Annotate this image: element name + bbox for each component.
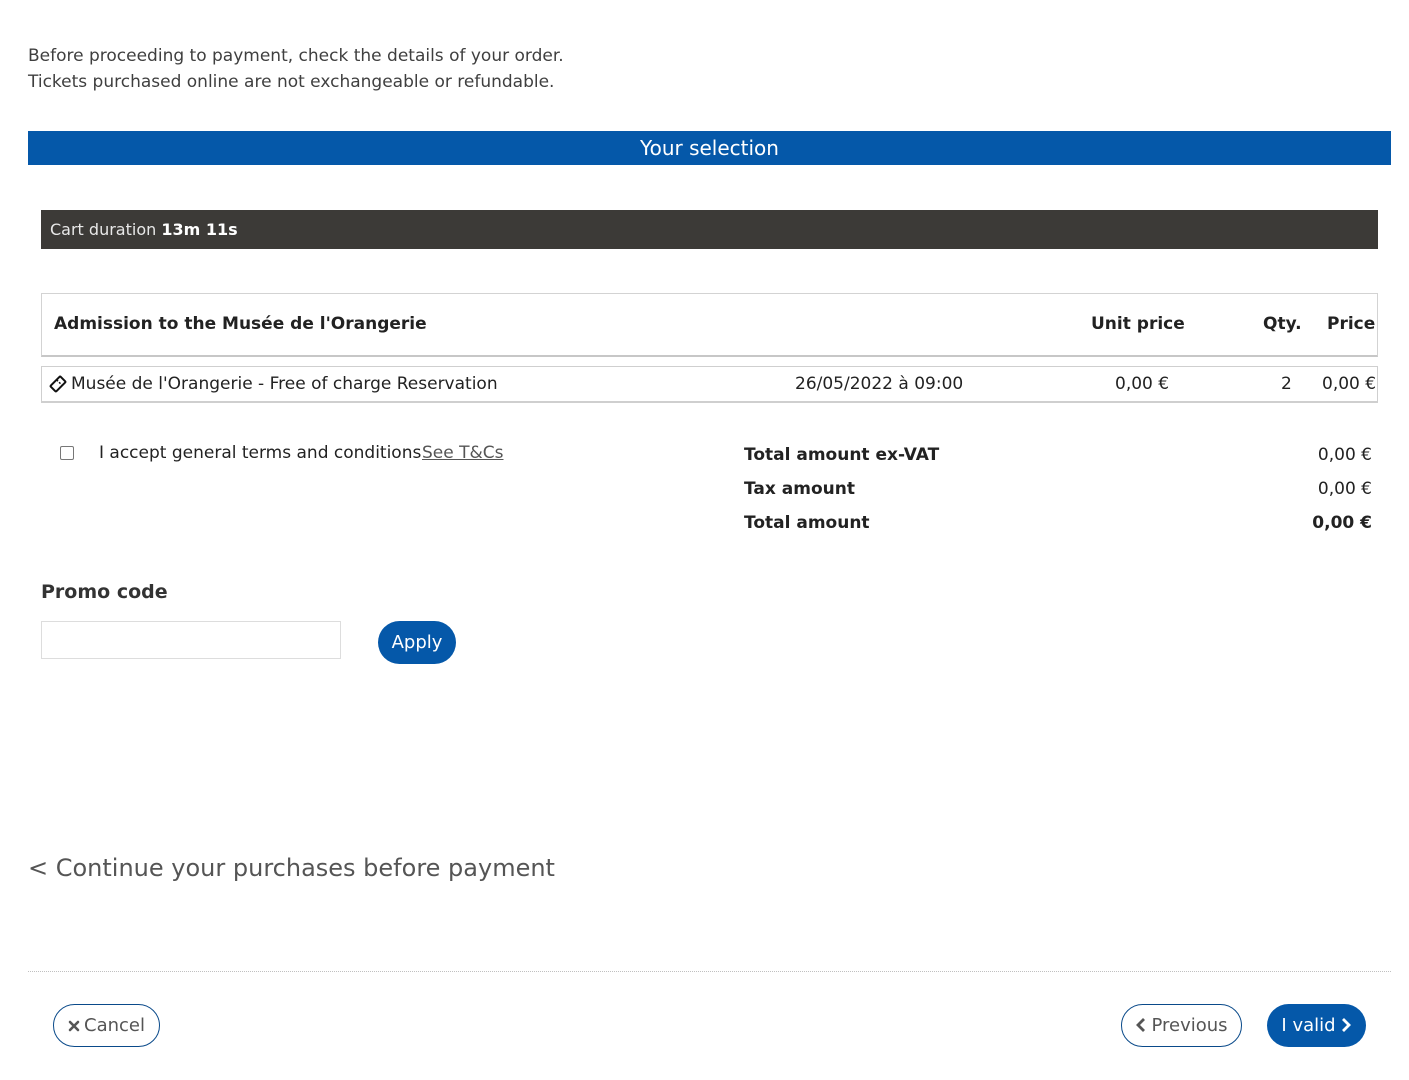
ticket-icon: [49, 375, 67, 393]
footer-divider: [28, 971, 1391, 972]
ticket-date: 26/05/2022 à 09:00: [795, 374, 964, 394]
total-ex-vat-row: Total amount ex-VAT 0,00 €: [744, 445, 1372, 479]
valid-label: I valid: [1281, 1015, 1336, 1036]
promo-code-input[interactable]: [41, 621, 341, 659]
ticket-price: 0,00 €: [1322, 374, 1377, 394]
totals-section: Total amount ex-VAT 0,00 € Tax amount 0,…: [744, 445, 1372, 547]
intro-line-2: Tickets purchased online are not exchang…: [28, 72, 555, 92]
total-ex-vat-value: 0,00 €: [1317, 445, 1372, 465]
promo-code-title: Promo code: [41, 581, 168, 603]
valid-button[interactable]: I valid: [1267, 1004, 1366, 1047]
ticket-table-title: Admission to the Musée de l'Orangerie: [54, 314, 427, 334]
cancel-button[interactable]: Cancel: [53, 1004, 160, 1047]
cancel-label: Cancel: [84, 1015, 145, 1036]
ticket-name: Musée de l'Orangerie - Free of charge Re…: [71, 374, 498, 394]
total-amount-label: Total amount: [744, 513, 870, 533]
chevron-right-icon: [1340, 1005, 1352, 1048]
ticket-qty: 2: [1281, 374, 1292, 394]
ticket-table-header: Admission to the Musée de l'Orangerie Un…: [41, 293, 1378, 357]
close-icon: [68, 1006, 80, 1047]
see-tcs-link[interactable]: See T&Cs: [422, 443, 503, 463]
total-amount-row: Total amount 0,00 €: [744, 513, 1372, 547]
apply-button[interactable]: Apply: [378, 621, 456, 664]
cart-duration-bar: Cart duration 13m 11s: [41, 210, 1378, 249]
column-qty: Qty.: [1263, 314, 1302, 334]
tax-amount-row: Tax amount 0,00 €: [744, 479, 1372, 513]
selection-banner: Your selection: [28, 131, 1391, 165]
total-amount-value: 0,00 €: [1312, 513, 1372, 533]
chevron-left-icon: [1135, 1006, 1147, 1047]
column-unit-price: Unit price: [1091, 314, 1185, 334]
total-ex-vat-label: Total amount ex-VAT: [744, 445, 940, 465]
terms-checkbox[interactable]: [60, 446, 74, 460]
tax-amount-label: Tax amount: [744, 479, 855, 499]
continue-purchases-link[interactable]: < Continue your purchases before payment: [28, 854, 555, 882]
tax-amount-value: 0,00 €: [1317, 479, 1372, 499]
intro-text: Before proceeding to payment, check the …: [28, 43, 564, 95]
previous-label: Previous: [1151, 1015, 1228, 1036]
ticket-unit-price: 0,00 €: [1115, 374, 1170, 394]
column-price: Price: [1327, 314, 1376, 334]
cart-duration-label: Cart duration: [50, 220, 157, 239]
table-row: Musée de l'Orangerie - Free of charge Re…: [41, 366, 1378, 403]
intro-line-1: Before proceeding to payment, check the …: [28, 46, 564, 66]
previous-button[interactable]: Previous: [1121, 1004, 1242, 1047]
terms-label[interactable]: I accept general terms and conditions: [99, 443, 421, 463]
cart-duration-value: 13m 11s: [161, 220, 238, 239]
